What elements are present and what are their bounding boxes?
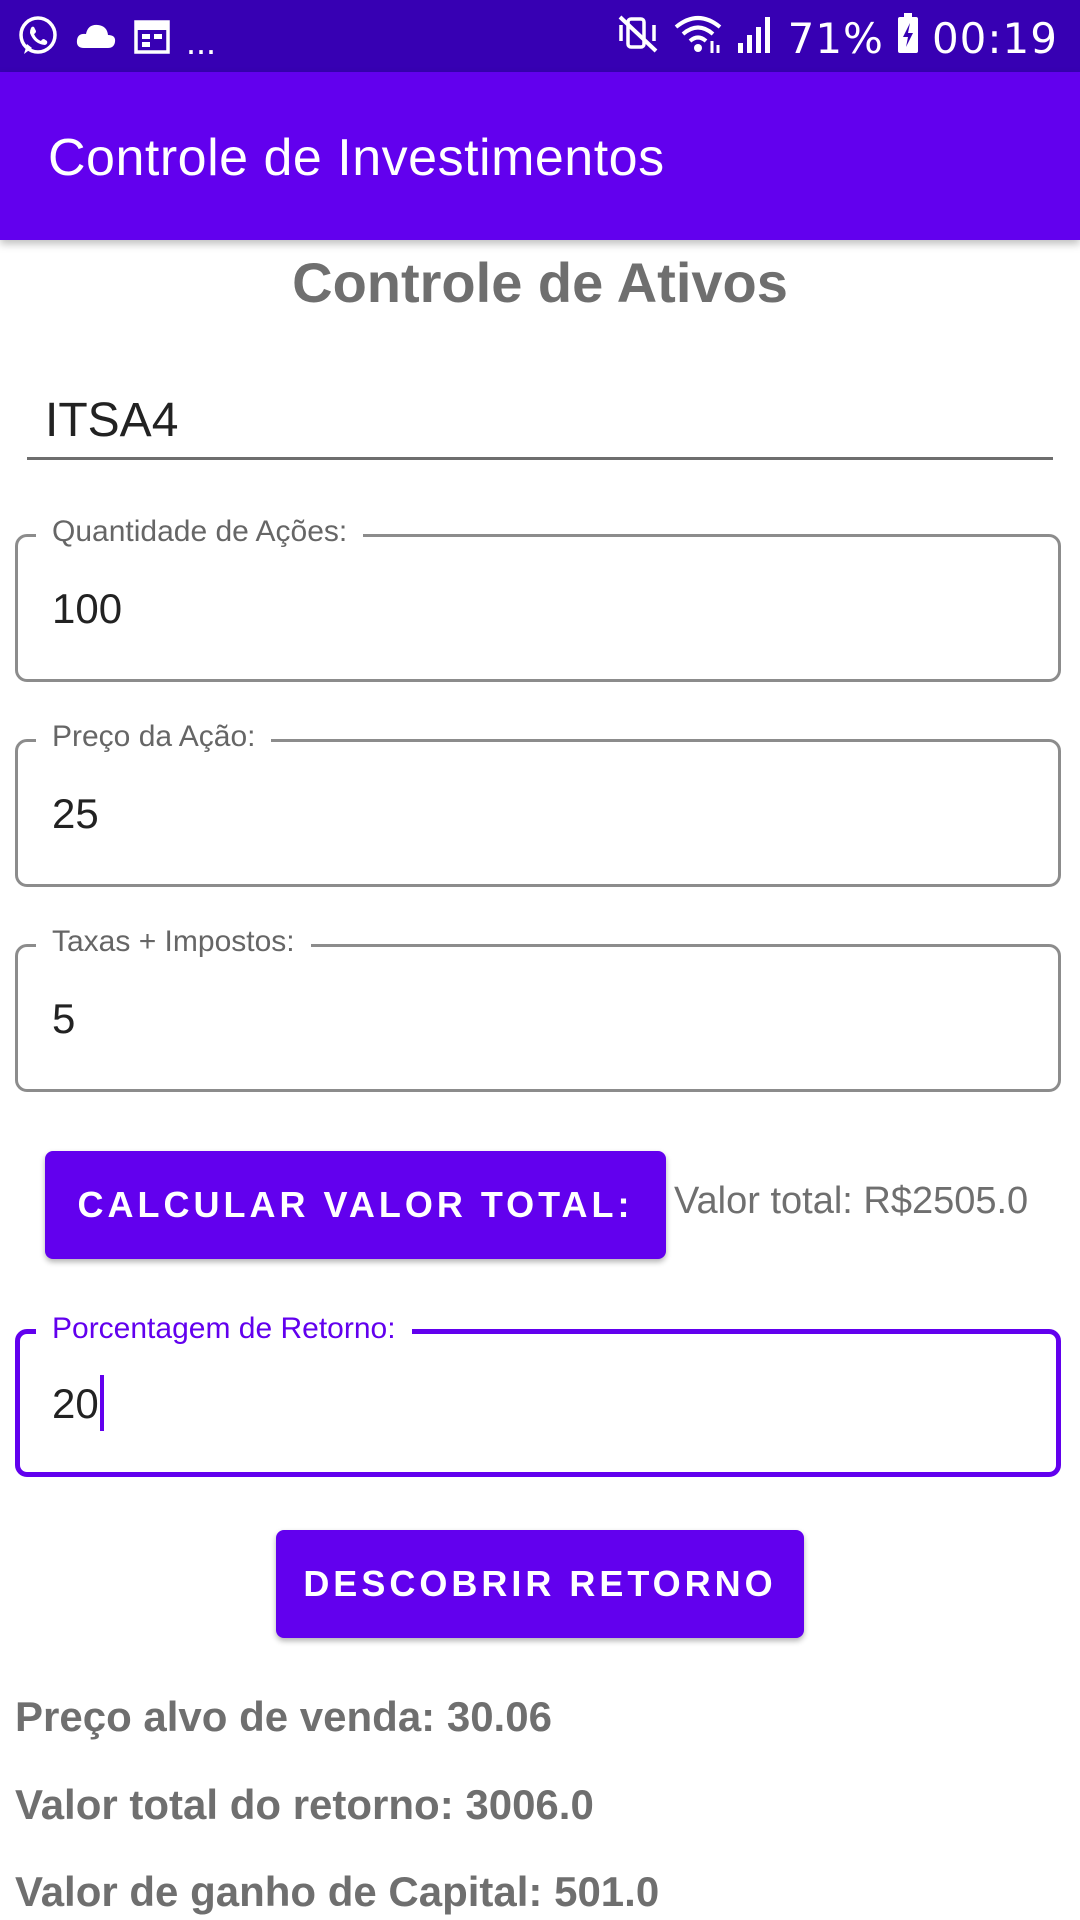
return-percentage-field[interactable]: Porcentagem de Retorno: 20 xyxy=(15,1312,1061,1477)
cloud-icon xyxy=(74,18,118,59)
app-title: Controle de Investimentos xyxy=(48,129,665,187)
signal-icon xyxy=(736,11,776,66)
screen: ... 71% 00:19 Controle de Investimentos … xyxy=(0,0,1080,1920)
status-bar: ... 71% 00:19 xyxy=(0,0,1080,72)
status-right-group: 71% 00:19 xyxy=(616,8,1058,68)
total-return-result: Valor total do retorno: 3006.0 xyxy=(15,1781,594,1828)
price-field-label: Preço da Ação: xyxy=(36,720,272,754)
whatsapp-icon xyxy=(16,14,60,63)
return-percentage-label: Porcentagem de Retorno: xyxy=(36,1312,412,1346)
wifi-icon xyxy=(672,11,724,66)
price-field[interactable]: Preço da Ação: 25 xyxy=(15,720,1061,887)
ticker-input[interactable]: ITSA4 xyxy=(27,385,1053,460)
text-cursor xyxy=(99,1374,104,1431)
app-bar: Controle de Investimentos xyxy=(0,72,1080,240)
target-price-result: Preço alvo de venda: 30.06 xyxy=(15,1693,552,1740)
fees-field-label: Taxas + Impostos: xyxy=(36,925,311,959)
clock: 00:19 xyxy=(931,13,1058,63)
quantity-field-label: Quantidade de Ações: xyxy=(36,515,364,549)
capital-gain-result: Valor de ganho de Capital: 501.0 xyxy=(15,1868,660,1915)
ticker-input-value: ITSA4 xyxy=(45,394,179,447)
return-percentage-value-wrap: 20 xyxy=(52,1374,104,1431)
price-field-value: 25 xyxy=(52,790,99,837)
quantity-field[interactable]: Quantidade de Ações: 100 xyxy=(15,515,1061,682)
notification-overflow: ... xyxy=(186,21,217,62)
quantity-field-value: 100 xyxy=(52,585,123,632)
mute-vibrate-icon xyxy=(616,11,660,66)
status-left-group: ... xyxy=(16,14,216,62)
fees-field[interactable]: Taxas + Impostos: 5 xyxy=(15,925,1061,1092)
discover-return-button[interactable]: DESCOBRIR RETORNO xyxy=(276,1530,804,1638)
page-heading: Controle de Ativos xyxy=(292,251,788,314)
battery-percent: 71% xyxy=(787,13,884,63)
return-percentage-value: 20 xyxy=(52,1380,99,1427)
total-value-text: Valor total: R$2505.0 xyxy=(674,1180,1029,1222)
calendar-icon xyxy=(132,16,172,61)
fees-field-value: 5 xyxy=(52,995,76,1042)
battery-charging-icon xyxy=(896,11,920,66)
calculate-total-button[interactable]: CALCULAR VALOR TOTAL: xyxy=(45,1151,666,1259)
